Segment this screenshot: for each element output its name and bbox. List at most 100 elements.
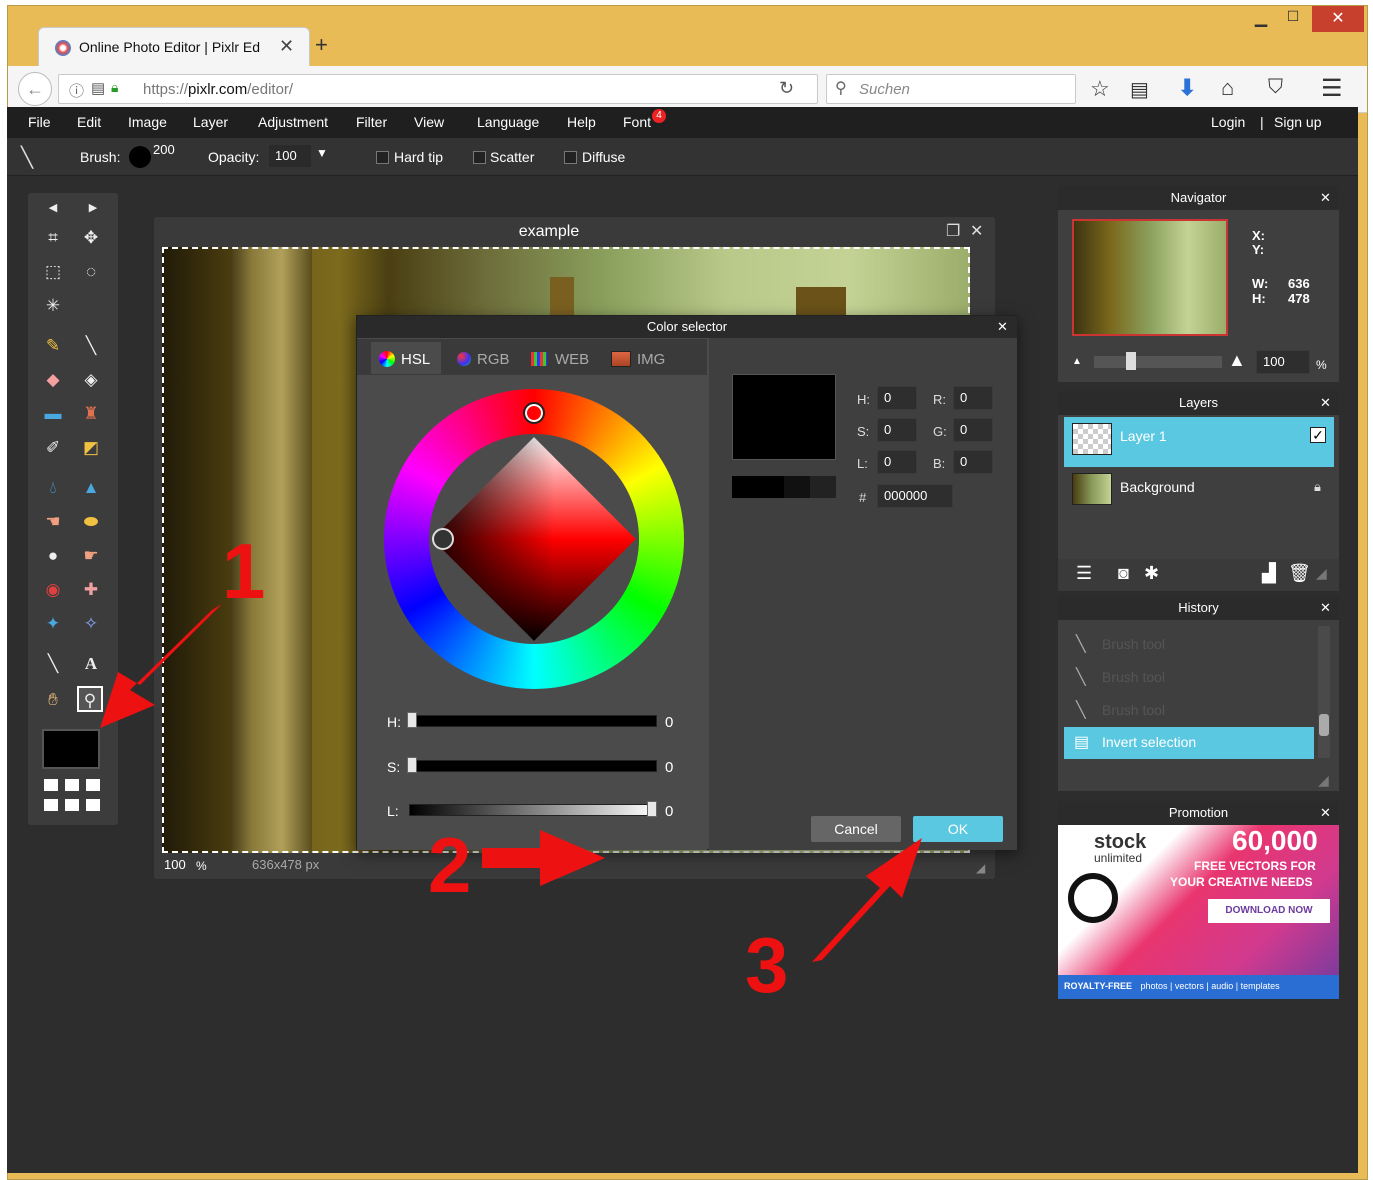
menu-font[interactable]: Font — [623, 114, 651, 130]
opacity-dropdown-icon[interactable]: ▼ — [316, 146, 328, 160]
promotion-close-icon[interactable]: ✕ — [1320, 805, 1331, 821]
recent-colors[interactable] — [732, 476, 836, 498]
slider-s-track[interactable] — [409, 760, 657, 772]
zoom-icon[interactable]: ⚲ — [77, 686, 103, 712]
spot-heal-icon[interactable]: ✚ — [78, 577, 104, 603]
menu-view[interactable]: View — [414, 114, 444, 130]
field-r[interactable]: 0 — [953, 386, 993, 410]
menu-filter[interactable]: Filter — [356, 114, 387, 130]
bookmark-star-icon[interactable]: ☆ — [1090, 76, 1110, 102]
zoom-slider-knob[interactable] — [1126, 352, 1136, 370]
paint-bucket-icon[interactable]: ◈ — [78, 367, 104, 393]
menu-adjustment[interactable]: Adjustment — [258, 114, 328, 130]
history-scrollbar[interactable] — [1318, 626, 1330, 758]
resize-handle-icon[interactable]: ◢ — [976, 861, 985, 875]
pocket-icon[interactable]: ⛉ — [1268, 76, 1283, 99]
dialog-close-icon[interactable]: ✕ — [997, 319, 1008, 335]
history-close-icon[interactable]: ✕ — [1320, 600, 1331, 616]
scatter-checkbox[interactable] — [473, 151, 486, 164]
menu-file[interactable]: File — [28, 114, 51, 130]
magic-wand-icon[interactable]: ✳ — [40, 293, 66, 319]
crop-icon[interactable]: ⌗ — [40, 225, 66, 251]
download-icon[interactable]: ⬇ — [1178, 75, 1196, 101]
search-box[interactable]: ⚲ Suchen — [826, 74, 1076, 104]
bloat-icon[interactable]: ✦ — [40, 611, 66, 637]
layer-settings-icon[interactable]: ☰ — [1076, 563, 1092, 584]
red-eye-icon[interactable]: ◉ — [40, 577, 66, 603]
tab-img[interactable]: IMG — [611, 342, 677, 374]
brush-size[interactable]: 200 — [153, 142, 175, 157]
layer-mask-icon[interactable]: ◙ — [1118, 563, 1129, 584]
history-item-selected[interactable]: ▤ Invert selection — [1064, 727, 1314, 759]
pencil-icon[interactable]: ✎ — [40, 333, 66, 359]
field-s[interactable]: 0 — [877, 418, 917, 442]
field-l[interactable]: 0 — [877, 450, 917, 474]
info-icon[interactable]: ⓘ — [69, 80, 84, 101]
burn-icon[interactable]: ☛ — [78, 543, 104, 569]
permissions-icon[interactable]: ▤ — [91, 79, 105, 97]
slider-s-knob[interactable] — [407, 757, 417, 773]
login-link[interactable]: Login — [1211, 114, 1245, 130]
tab-close-icon[interactable]: ✕ — [279, 36, 294, 57]
scroll-right-icon[interactable]: ▶ — [80, 195, 106, 221]
hand-icon[interactable]: ✋︎ — [40, 687, 66, 713]
canvas-close-icon[interactable]: ✕ — [970, 221, 983, 241]
eraser-icon[interactable]: ◆ — [40, 367, 66, 393]
new-layer-icon[interactable]: ▟ — [1262, 563, 1276, 584]
history-resize-icon[interactable]: ◢ — [1318, 772, 1329, 789]
history-item[interactable]: ╲ Brush tool — [1064, 696, 1314, 726]
opacity-field[interactable]: 100 — [269, 145, 311, 167]
sharpen-icon[interactable]: ▲ — [78, 475, 104, 501]
zoom-slider[interactable] — [1094, 356, 1222, 368]
field-b[interactable]: 0 — [953, 450, 993, 474]
dodge-icon[interactable]: ● — [40, 543, 66, 569]
menu-layer[interactable]: Layer — [193, 114, 228, 130]
zoom-in-icon[interactable]: ▲ — [1228, 350, 1246, 371]
url-bar[interactable]: ⓘ ▤ 🔒︎ https://pixlr.com/editor/ ↻ — [58, 74, 818, 104]
layers-resize-icon[interactable]: ◢ — [1316, 565, 1327, 582]
layer-row-layer-1[interactable]: Layer 1 ✓ — [1064, 417, 1334, 467]
layer-styles-icon[interactable]: ✱ — [1144, 563, 1159, 584]
sl-marker[interactable] — [432, 528, 454, 550]
blur-icon[interactable]: 💧︎ — [40, 475, 66, 501]
type-icon[interactable]: A — [78, 651, 104, 677]
browser-tab[interactable]: Online Photo Editor | Pixlr Ed ✕ — [38, 27, 310, 67]
navigator-close-icon[interactable]: ✕ — [1320, 190, 1331, 206]
drawing-icon[interactable]: ◩ — [78, 435, 104, 461]
history-item[interactable]: ╲ Brush tool — [1064, 663, 1314, 693]
reload-icon[interactable]: ↻ — [779, 78, 794, 99]
color-picker-icon[interactable]: ╲ — [40, 651, 66, 677]
color-replace-icon[interactable]: ✐ — [40, 435, 66, 461]
history-item[interactable]: ╲ Brush tool — [1064, 630, 1314, 660]
minimize-button[interactable]: ▁ — [1248, 8, 1274, 30]
restore-icon[interactable]: ❐ — [946, 221, 960, 241]
slider-l-knob[interactable] — [647, 801, 657, 817]
smudge-icon[interactable]: ☚ — [40, 509, 66, 535]
primary-color-swatch[interactable] — [42, 729, 100, 769]
cancel-button[interactable]: Cancel — [811, 816, 901, 842]
field-h[interactable]: 0 — [877, 386, 917, 410]
navigator-thumbnail[interactable] — [1072, 219, 1228, 336]
grid-view-icon[interactable] — [44, 779, 100, 811]
ok-button[interactable]: OK — [913, 816, 1003, 842]
tab-web[interactable]: WEB — [531, 342, 597, 374]
new-tab-button[interactable]: + — [315, 32, 328, 58]
delete-layer-icon[interactable]: 🗑︎ — [1288, 563, 1311, 584]
signup-link[interactable]: Sign up — [1274, 114, 1321, 130]
brush-icon[interactable]: ╲ — [78, 333, 104, 359]
canvas-zoom-value[interactable]: 100 — [164, 857, 186, 872]
zoom-out-icon[interactable]: ▲ — [1072, 356, 1082, 367]
gradient-icon[interactable]: ▬ — [40, 401, 66, 427]
pinch-icon[interactable]: ✧ — [78, 611, 104, 637]
back-button[interactable]: ← — [18, 72, 52, 106]
clone-stamp-icon[interactable]: ♜ — [78, 401, 104, 427]
nav-zoom-field[interactable]: 100 — [1256, 350, 1310, 374]
reading-list-icon[interactable]: ▤ — [1130, 77, 1149, 102]
history-scrollbar-thumb[interactable] — [1319, 714, 1329, 736]
tab-rgb[interactable]: RGB — [457, 342, 517, 374]
slider-h-knob[interactable] — [407, 712, 417, 728]
brush-preview[interactable] — [129, 146, 151, 168]
menu-edit[interactable]: Edit — [77, 114, 101, 130]
sponge-icon[interactable]: ⬬ — [78, 509, 104, 535]
hard-tip-checkbox[interactable] — [376, 151, 389, 164]
